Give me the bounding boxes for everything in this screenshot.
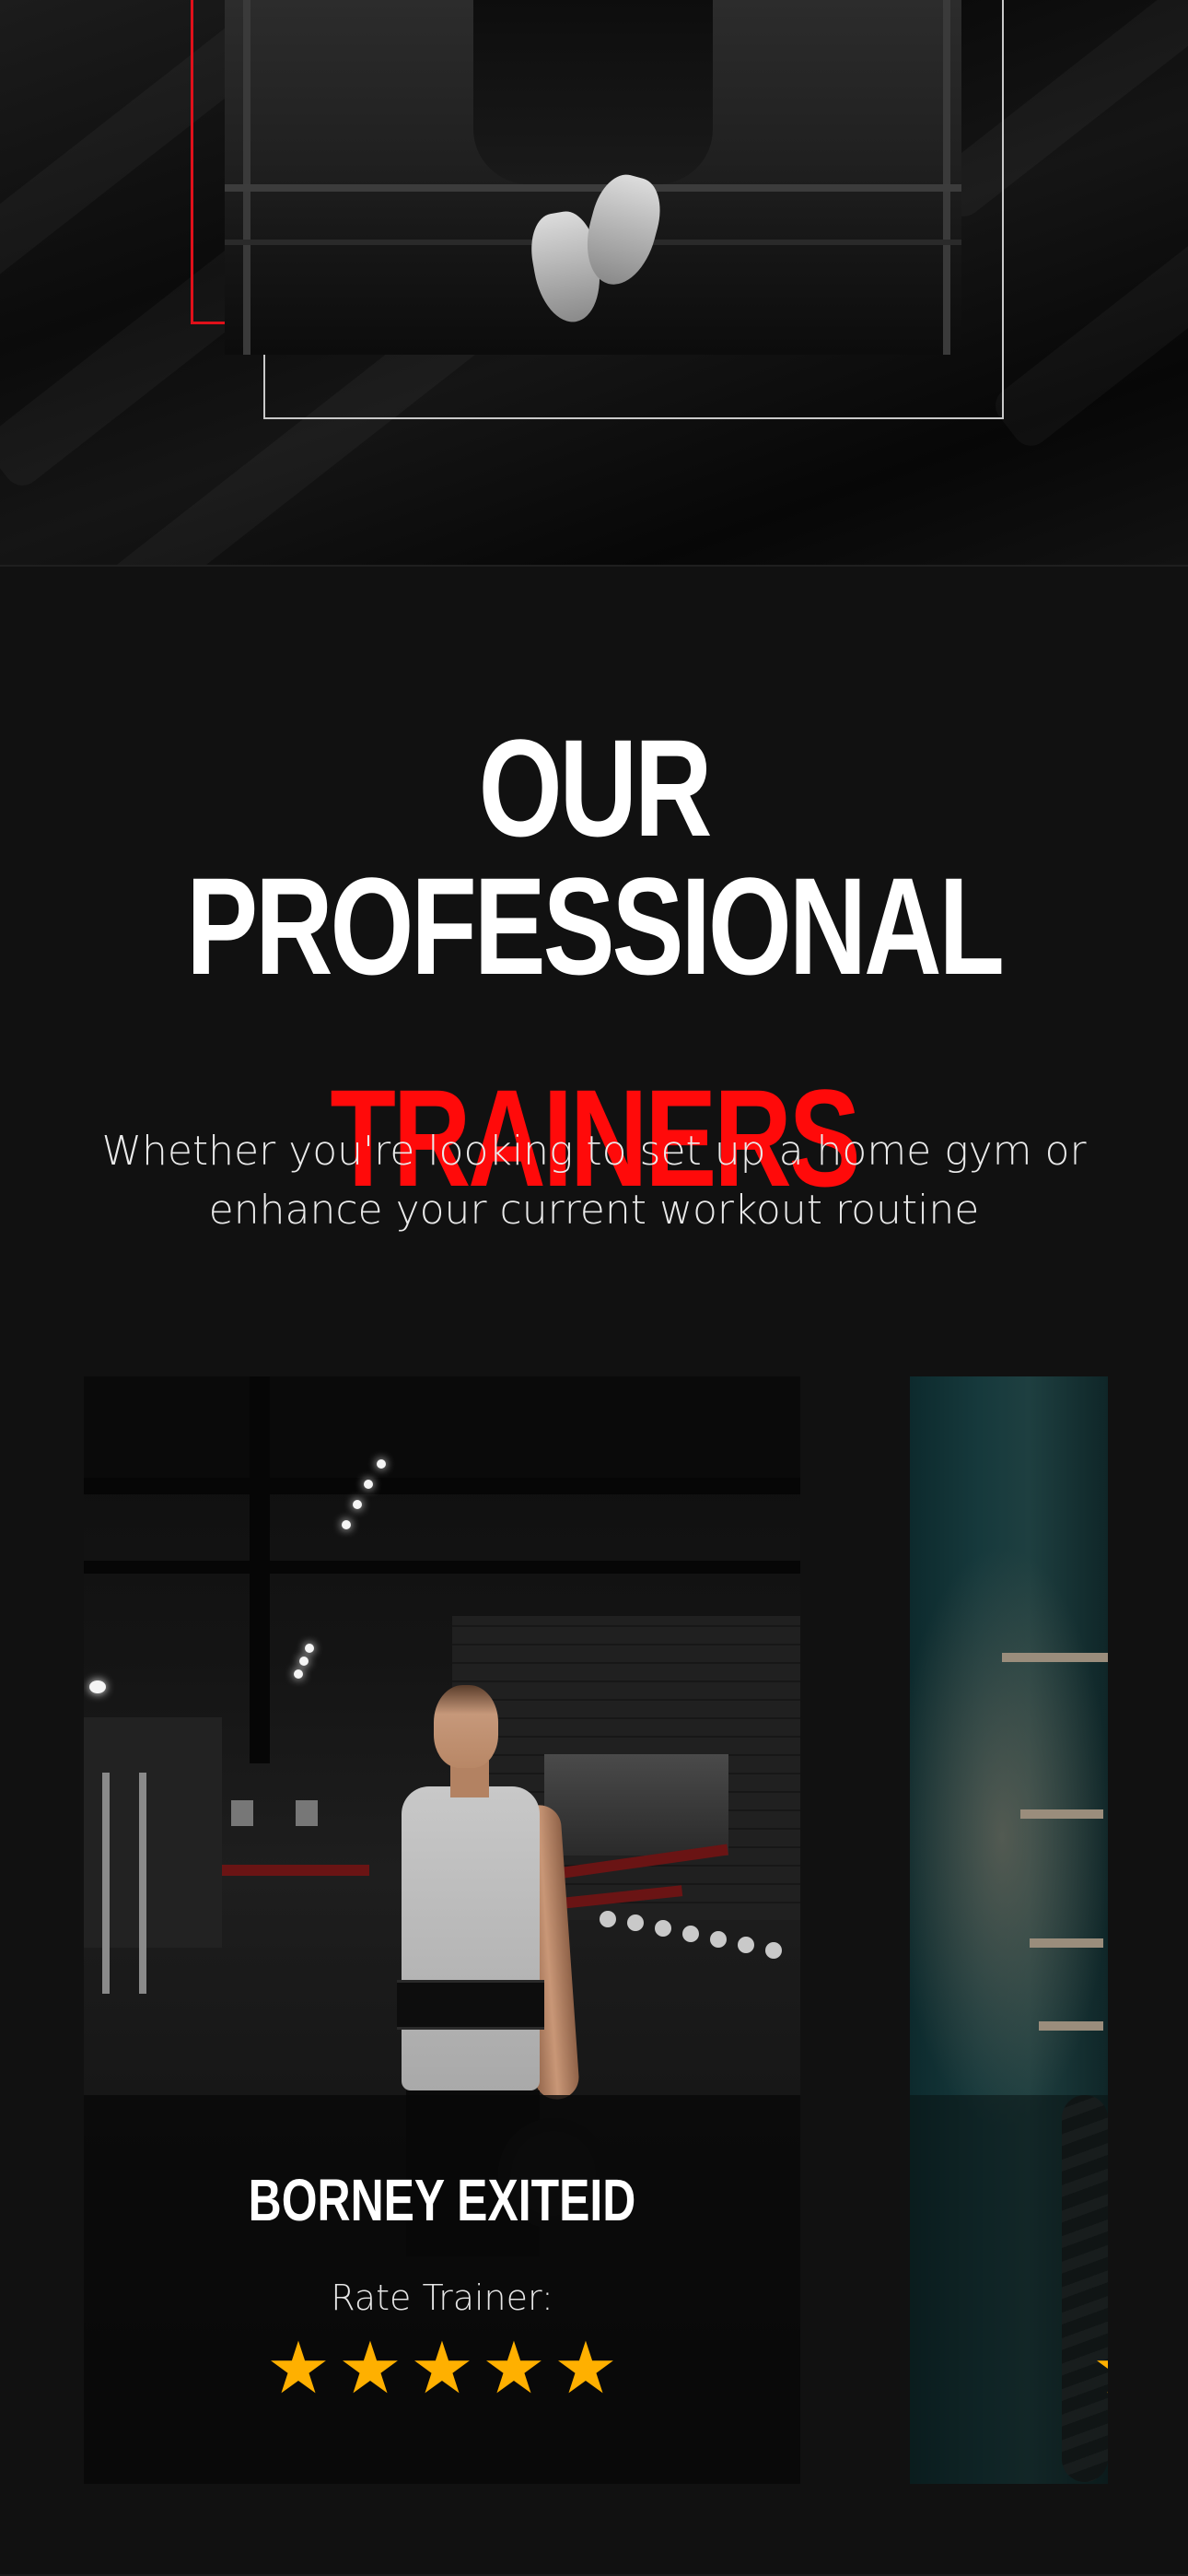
star-icon[interactable]: ★: [408, 2333, 476, 2405]
section-divider: [0, 565, 1188, 567]
page: OUR PROFESSIONAL TRAINERS Whether you're…: [0, 0, 1188, 2576]
section-subtitle: Whether you're looking to set up a home …: [101, 1128, 1087, 1234]
rate-trainer-label: Rate Trainer:: [331, 2277, 553, 2318]
hero-image: [0, 0, 1188, 565]
trainer-rating: ★ ★ ★ ★ ★: [84, 2333, 800, 2405]
red-frame-accent: [191, 0, 227, 324]
hero-athlete-photo: [225, 0, 961, 355]
star-icon[interactable]: ★: [264, 2333, 332, 2405]
trainer-info-panel: [910, 2095, 1108, 2484]
star-icon[interactable]: ★: [336, 2333, 404, 2405]
star-icon[interactable]: ★: [480, 2333, 548, 2405]
star-icon[interactable]: ★: [552, 2333, 620, 2405]
heading-line-our-professional: OUR PROFESSIONAL: [186, 710, 1005, 1003]
star-icon[interactable]: ★: [1092, 2333, 1108, 2405]
trainer-card[interactable]: BORNEY EXITEID Rate Trainer: ★ ★ ★ ★ ★: [84, 1376, 800, 2484]
trainer-card-partial[interactable]: ★: [910, 1376, 1108, 2484]
trainer-name: BORNEY EXITEID: [248, 2167, 636, 2233]
